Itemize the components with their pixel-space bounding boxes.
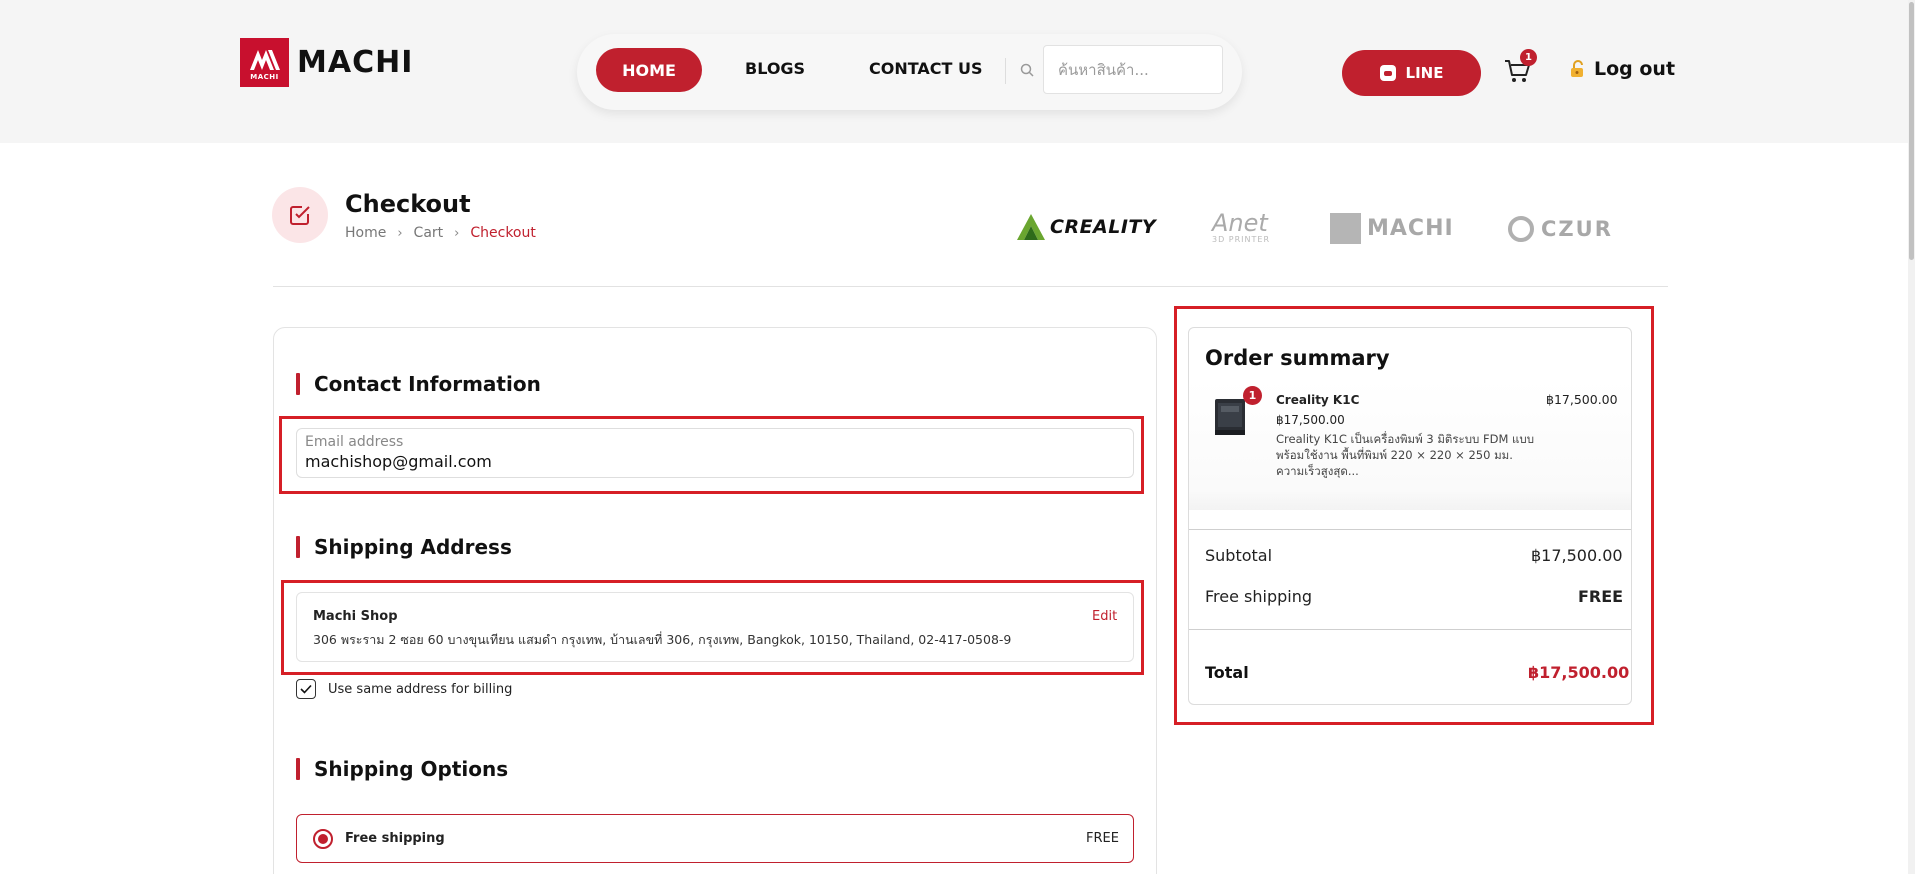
line-icon: [1379, 65, 1396, 81]
same-billing-checkbox[interactable]: [296, 679, 316, 699]
brand-creality-text: CREALITY: [1050, 216, 1157, 238]
unlock-icon: [1571, 60, 1583, 77]
nav-home-button[interactable]: HOME: [596, 48, 702, 92]
site-logo[interactable]: MACHI MACHI: [240, 38, 413, 87]
address-line: 306 พระราม 2 ซอย 60 บางขุนเทียน แสมดำ กร…: [313, 632, 1012, 647]
checkmark-icon: [300, 684, 312, 694]
shipping-options-title-text: Shipping Options: [314, 757, 509, 781]
item-description: Creality K1C เป็นเครื่องพิมพ์ 3 มิติระบบ…: [1276, 432, 1535, 478]
subtotal-label: Subtotal: [1205, 546, 1273, 565]
subtotal-value: ฿17,500.00: [1531, 546, 1623, 565]
item-quantity-badge: 1: [1243, 386, 1262, 405]
radio-dot: [318, 834, 328, 844]
logo-text: MACHI: [297, 45, 414, 80]
address-card: [296, 592, 1134, 662]
brand-anet-subtext: 3D PRINTER: [1212, 235, 1271, 244]
breadcrumb-home[interactable]: Home: [345, 225, 386, 241]
scrollbar-thumb[interactable]: [1909, 2, 1914, 260]
shipping-option-price: FREE: [1086, 831, 1119, 846]
item-name: Creality K1C: [1276, 393, 1360, 407]
logo-mark-icon: MACHI: [240, 38, 289, 87]
address-name: Machi Shop: [313, 609, 398, 624]
section-accent-bar: [296, 373, 300, 395]
edit-address-link[interactable]: Edit: [1092, 609, 1117, 624]
section-accent-bar: [296, 758, 300, 780]
search-input[interactable]: [1043, 45, 1223, 94]
same-billing-label[interactable]: Use same address for billing: [328, 682, 512, 697]
shipping-options-section-title: Shipping Options: [296, 757, 508, 781]
summary-divider: [1189, 629, 1631, 630]
contact-section-title: Contact Information: [296, 372, 541, 396]
contact-title-text: Contact Information: [314, 372, 541, 396]
machi-mark-icon: [1330, 213, 1361, 244]
breadcrumb-separator: ›: [397, 225, 403, 241]
breadcrumb-cart[interactable]: Cart: [414, 225, 444, 241]
czur-ring-icon: [1508, 216, 1534, 242]
brand-creality-logo: CREALITY: [1016, 213, 1156, 241]
checkout-badge: [272, 187, 328, 243]
summary-divider: [1189, 529, 1631, 530]
breadcrumb-separator: ›: [454, 225, 460, 241]
nav-contact-link[interactable]: CONTACT US: [869, 59, 983, 78]
email-value[interactable]: machishop@gmail.com: [305, 452, 492, 471]
brand-anet-text: Anet: [1212, 209, 1268, 237]
breadcrumb-checkout: Checkout: [470, 225, 536, 241]
shipping-option-radio[interactable]: [313, 829, 333, 849]
line-button-label: LINE: [1405, 64, 1444, 82]
logo-mark-text: MACHI: [250, 73, 279, 81]
brand-anet-logo: Anet 3D PRINTER: [1212, 211, 1270, 244]
shipping-option-label: Free shipping: [345, 831, 445, 846]
email-label: Email address: [305, 434, 404, 450]
logout-button[interactable]: Log out: [1570, 58, 1675, 80]
page-title: Checkout: [345, 190, 471, 218]
nav-divider: [1005, 58, 1006, 84]
brand-czur-text: CZUR: [1541, 217, 1613, 241]
shipping-address-title-text: Shipping Address: [314, 535, 512, 559]
line-button[interactable]: LINE: [1342, 50, 1481, 96]
search-icon[interactable]: [1019, 62, 1035, 78]
shipping-address-section-title: Shipping Address: [296, 535, 512, 559]
section-accent-bar: [296, 536, 300, 558]
shipping-cost-value: FREE: [1578, 587, 1624, 606]
item-line-total: ฿17,500.00: [1546, 392, 1618, 407]
creality-icon: [1017, 214, 1045, 240]
logout-label: Log out: [1594, 58, 1676, 80]
divider: [273, 286, 1668, 287]
total-label: Total: [1205, 663, 1249, 682]
brand-machi-text: MACHI: [1367, 216, 1454, 241]
cart-count-badge: 1: [1520, 49, 1537, 66]
brand-czur-logo: CZUR: [1508, 216, 1613, 242]
breadcrumb: Home › Cart › Checkout: [345, 225, 536, 241]
total-value: ฿17,500.00: [1528, 663, 1630, 682]
nav-blogs-link[interactable]: BLOGS: [745, 59, 805, 78]
shipping-cost-label: Free shipping: [1205, 587, 1313, 606]
brand-machi-logo: MACHI: [1330, 213, 1454, 244]
order-summary-title: Order summary: [1205, 346, 1390, 370]
product-image: [1215, 399, 1245, 435]
item-unit-price: ฿17,500.00: [1276, 413, 1345, 427]
checkbox-icon: [290, 206, 310, 225]
